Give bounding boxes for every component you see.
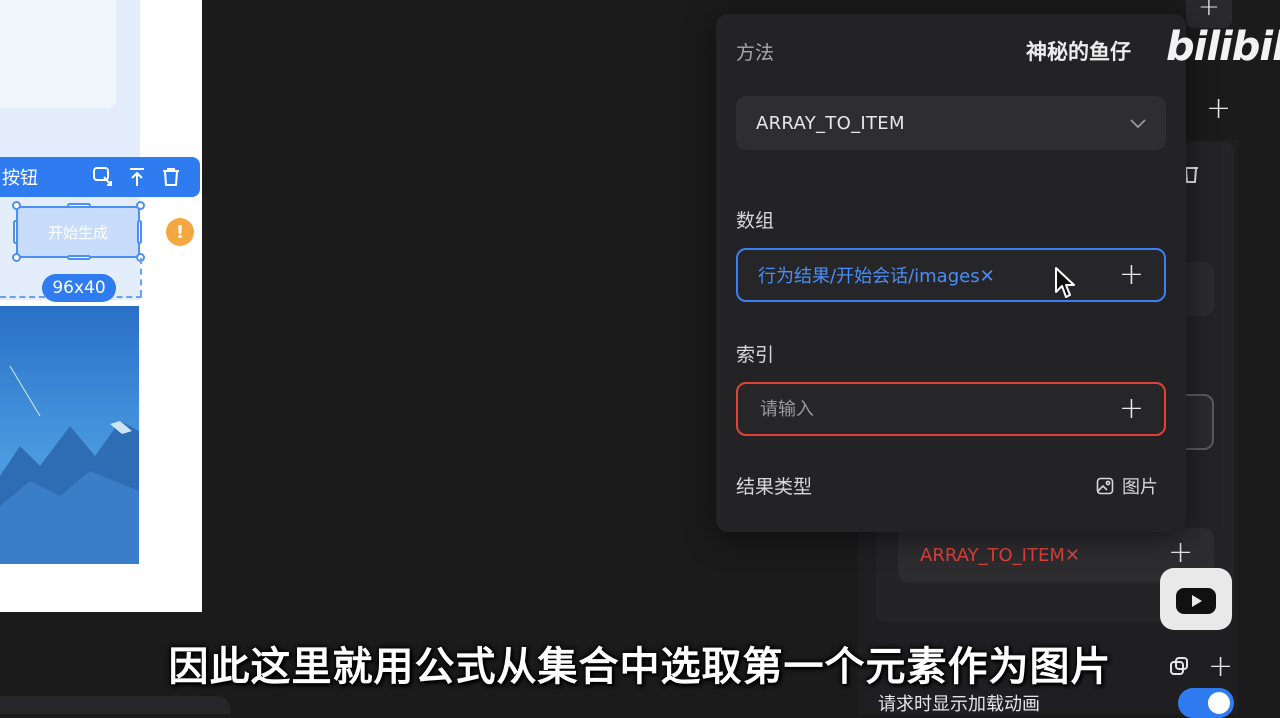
remove-chip-icon[interactable]: ✕ <box>1065 545 1080 566</box>
resize-handle[interactable] <box>67 255 91 260</box>
editor-canvas: 按钮 开始生成 ! 96x40 <box>0 0 202 612</box>
index-label: 索引 <box>736 344 775 366</box>
bilibili-logo: bilibili <box>1166 24 1280 70</box>
array-label: 数组 <box>736 210 775 232</box>
canvas-bottom-bar <box>0 696 230 714</box>
uploader-name: 神秘的鱼仔 <box>1026 40 1131 64</box>
delete-icon[interactable] <box>158 164 184 190</box>
mouse-cursor-icon <box>1054 266 1076 304</box>
guide-line <box>140 258 142 296</box>
method-select[interactable]: ARRAY_TO_ITEM <box>736 96 1166 150</box>
resize-handle[interactable] <box>12 253 21 262</box>
bilibili-tv-icon <box>1160 568 1232 630</box>
select-parent-icon[interactable] <box>90 164 116 190</box>
resize-handle[interactable] <box>136 201 145 210</box>
move-up-icon[interactable] <box>124 164 150 190</box>
video-subtitle: 因此这里就用公式从集合中选取第一个元素作为图片 <box>168 644 1112 690</box>
toggle-knob <box>1208 692 1230 714</box>
formula-popover: 方法 ARRAY_TO_ITEM 数组 行为结果/开始会话/images✕ + … <box>716 14 1186 532</box>
array-field[interactable]: 行为结果/开始会话/images✕ + <box>736 248 1166 302</box>
component-type-label: 按钮 <box>2 168 38 189</box>
result-type-label: 结果类型 <box>736 476 813 498</box>
add-formula-button[interactable]: + <box>1168 538 1193 568</box>
selected-button[interactable]: 开始生成 <box>16 206 140 258</box>
panel-add-button[interactable]: + <box>1206 94 1231 124</box>
result-type: 图片 <box>1096 473 1158 499</box>
component-toolbar: 按钮 <box>0 157 200 197</box>
remove-chip-icon[interactable]: ✕ <box>980 266 995 287</box>
canvas-card <box>0 0 116 108</box>
image-icon <box>1096 477 1114 495</box>
warning-icon[interactable]: ! <box>166 218 194 246</box>
resize-handle[interactable] <box>13 220 18 244</box>
resize-handle[interactable] <box>137 220 142 244</box>
method-label: 方法 <box>736 42 775 64</box>
background-image <box>0 306 139 564</box>
index-input[interactable] <box>758 397 1119 421</box>
loading-animation-label: 请求时显示加载动画 <box>878 694 1040 715</box>
chevron-down-icon <box>1130 114 1146 133</box>
formula-chip: ARRAY_TO_ITEM✕ <box>920 544 1080 566</box>
resize-handle[interactable] <box>12 201 21 210</box>
result-type-value: 图片 <box>1122 477 1158 498</box>
add-variable-button[interactable]: + <box>1119 260 1144 290</box>
method-value: ARRAY_TO_ITEM <box>756 112 905 134</box>
size-badge: 96x40 <box>42 274 116 302</box>
add-variable-button[interactable]: + <box>1119 394 1144 424</box>
selected-button-label: 开始生成 <box>47 223 108 242</box>
resize-handle[interactable] <box>67 203 91 208</box>
index-field[interactable]: + <box>736 382 1166 436</box>
